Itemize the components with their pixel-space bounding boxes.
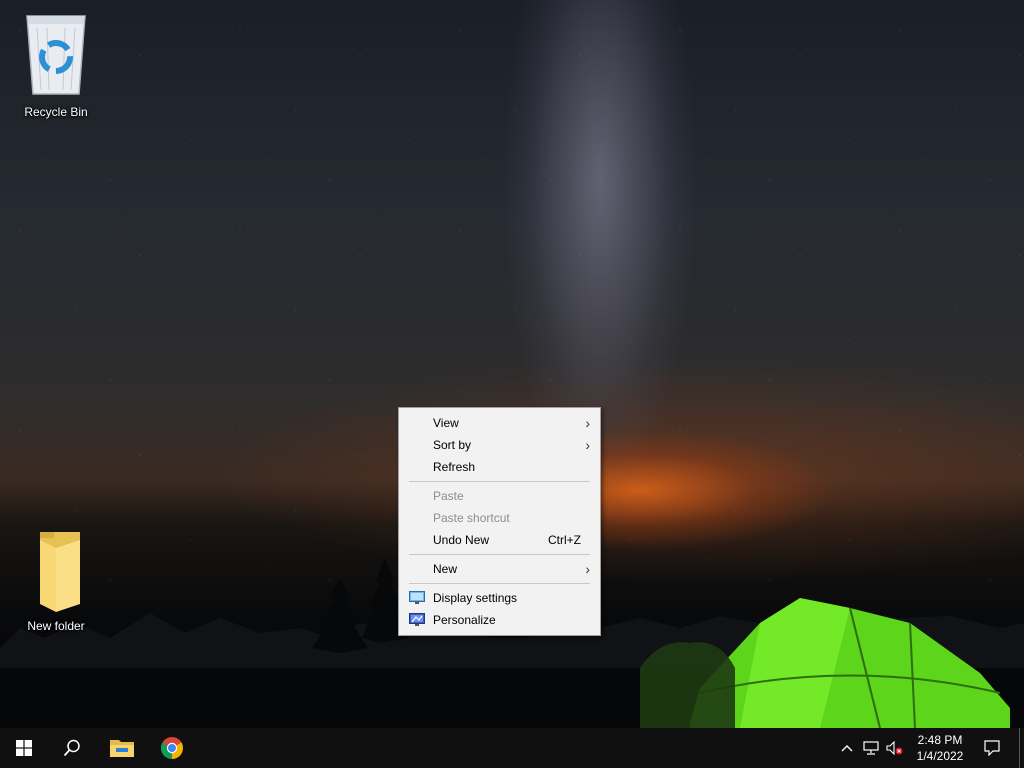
taskbar-chrome[interactable] (148, 728, 196, 768)
menu-item-label: New (433, 562, 458, 576)
menu-item-sort-by[interactable]: Sort by › (399, 434, 600, 456)
menu-item-shortcut: Ctrl+Z (548, 533, 581, 547)
menu-item-label: Refresh (433, 460, 476, 474)
menu-item-refresh[interactable]: Refresh (399, 456, 600, 478)
chevron-right-icon: › (585, 437, 590, 453)
chrome-icon (161, 737, 183, 759)
folder-icon (40, 532, 80, 612)
menu-item-display-settings[interactable]: Display settings (399, 587, 600, 609)
action-center-button[interactable] (978, 728, 1006, 768)
desktop-icon-new-folder[interactable]: New folder (11, 528, 101, 633)
show-desktop-button[interactable] (1019, 728, 1024, 768)
menu-item-label: Sort by (433, 438, 472, 452)
network-button[interactable] (860, 728, 882, 768)
desktop-icon-label: Recycle Bin (24, 105, 88, 119)
network-icon (863, 741, 879, 755)
clock-date: 1/4/2022 (916, 749, 964, 763)
desktop-icon-label: New folder (27, 619, 85, 633)
volume-button[interactable] (884, 728, 906, 768)
taskbar-file-explorer[interactable] (98, 728, 146, 768)
chevron-up-icon (841, 745, 853, 752)
action-center-icon (984, 740, 1000, 756)
menu-item-label: View (433, 416, 459, 430)
menu-item-view[interactable]: View › (399, 412, 600, 434)
tray-overflow-button[interactable] (836, 728, 858, 768)
personalize-icon (409, 613, 425, 626)
file-explorer-icon (110, 740, 134, 757)
recycle-bin-icon (26, 15, 86, 95)
windows-start-icon (16, 740, 32, 756)
menu-item-new[interactable]: New › (399, 558, 600, 580)
desktop-icon-recycle-bin[interactable]: Recycle Bin (11, 10, 101, 119)
taskbar: 2:48 PM 1/4/2022 (0, 728, 1024, 768)
menu-separator (409, 583, 590, 584)
desktop-context-menu: View › Sort by › Refresh Paste Paste sho… (398, 407, 601, 636)
start-button[interactable] (0, 728, 48, 768)
menu-item-undo-new[interactable]: Undo New Ctrl+Z (399, 529, 600, 551)
chevron-right-icon: › (585, 561, 590, 577)
menu-item-label: Undo New (433, 533, 490, 547)
menu-item-paste-shortcut[interactable]: Paste shortcut (399, 507, 600, 529)
menu-separator (409, 554, 590, 555)
menu-item-paste[interactable]: Paste (399, 485, 600, 507)
menu-separator (409, 481, 590, 482)
taskbar-clock[interactable]: 2:48 PM 1/4/2022 (910, 732, 970, 764)
menu-item-personalize[interactable]: Personalize (399, 609, 600, 631)
volume-muted-icon (886, 741, 903, 755)
search-button[interactable] (48, 728, 96, 768)
menu-item-label: Paste shortcut (433, 511, 510, 525)
clock-time: 2:48 PM (917, 733, 963, 747)
display-settings-icon (409, 591, 425, 604)
menu-item-label: Display settings (433, 591, 518, 605)
chevron-right-icon: › (585, 415, 590, 431)
menu-item-label: Personalize (433, 613, 496, 627)
menu-item-label: Paste (433, 489, 464, 503)
search-icon (63, 739, 80, 757)
